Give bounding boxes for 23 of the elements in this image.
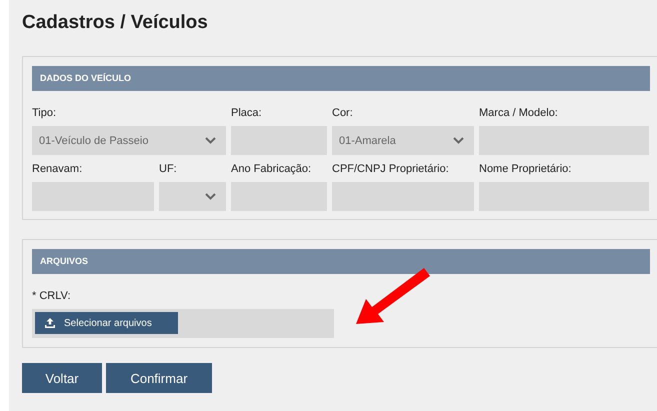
chevron-down-icon bbox=[205, 137, 216, 144]
field-label: Ano Fabricação: bbox=[231, 162, 312, 176]
field-label: Placa: bbox=[231, 106, 263, 120]
action-button[interactable]: Confirmar bbox=[106, 363, 212, 393]
page-title: Cadastros / Veículos bbox=[22, 11, 209, 35]
field-label: UF: bbox=[159, 162, 178, 176]
field-label: * CRLV: bbox=[32, 289, 72, 303]
field-label: Cor: bbox=[332, 106, 354, 120]
field-label: Tipo: bbox=[32, 106, 58, 120]
select-field[interactable]: 01-Amarela bbox=[332, 126, 474, 155]
section-header: DADOS DO VEÍCULO bbox=[32, 66, 650, 91]
select-field[interactable] bbox=[159, 182, 226, 211]
section-header: ARQUIVOS bbox=[32, 249, 650, 274]
chevron-down-icon bbox=[205, 193, 216, 200]
select-field[interactable]: 01-Veículo de Passeio bbox=[32, 126, 226, 155]
action-button[interactable]: Voltar bbox=[22, 363, 102, 393]
upload-icon bbox=[45, 318, 55, 328]
field-label: CPF/CNPJ Proprietário: bbox=[332, 162, 450, 176]
chevron-down-icon bbox=[453, 137, 464, 144]
field-label: Renavam: bbox=[32, 162, 84, 176]
field-label: Nome Proprietário: bbox=[479, 162, 572, 176]
select-files-button[interactable]: Selecionar arquivos bbox=[35, 312, 178, 334]
field-label: Marca / Modelo: bbox=[479, 106, 559, 120]
